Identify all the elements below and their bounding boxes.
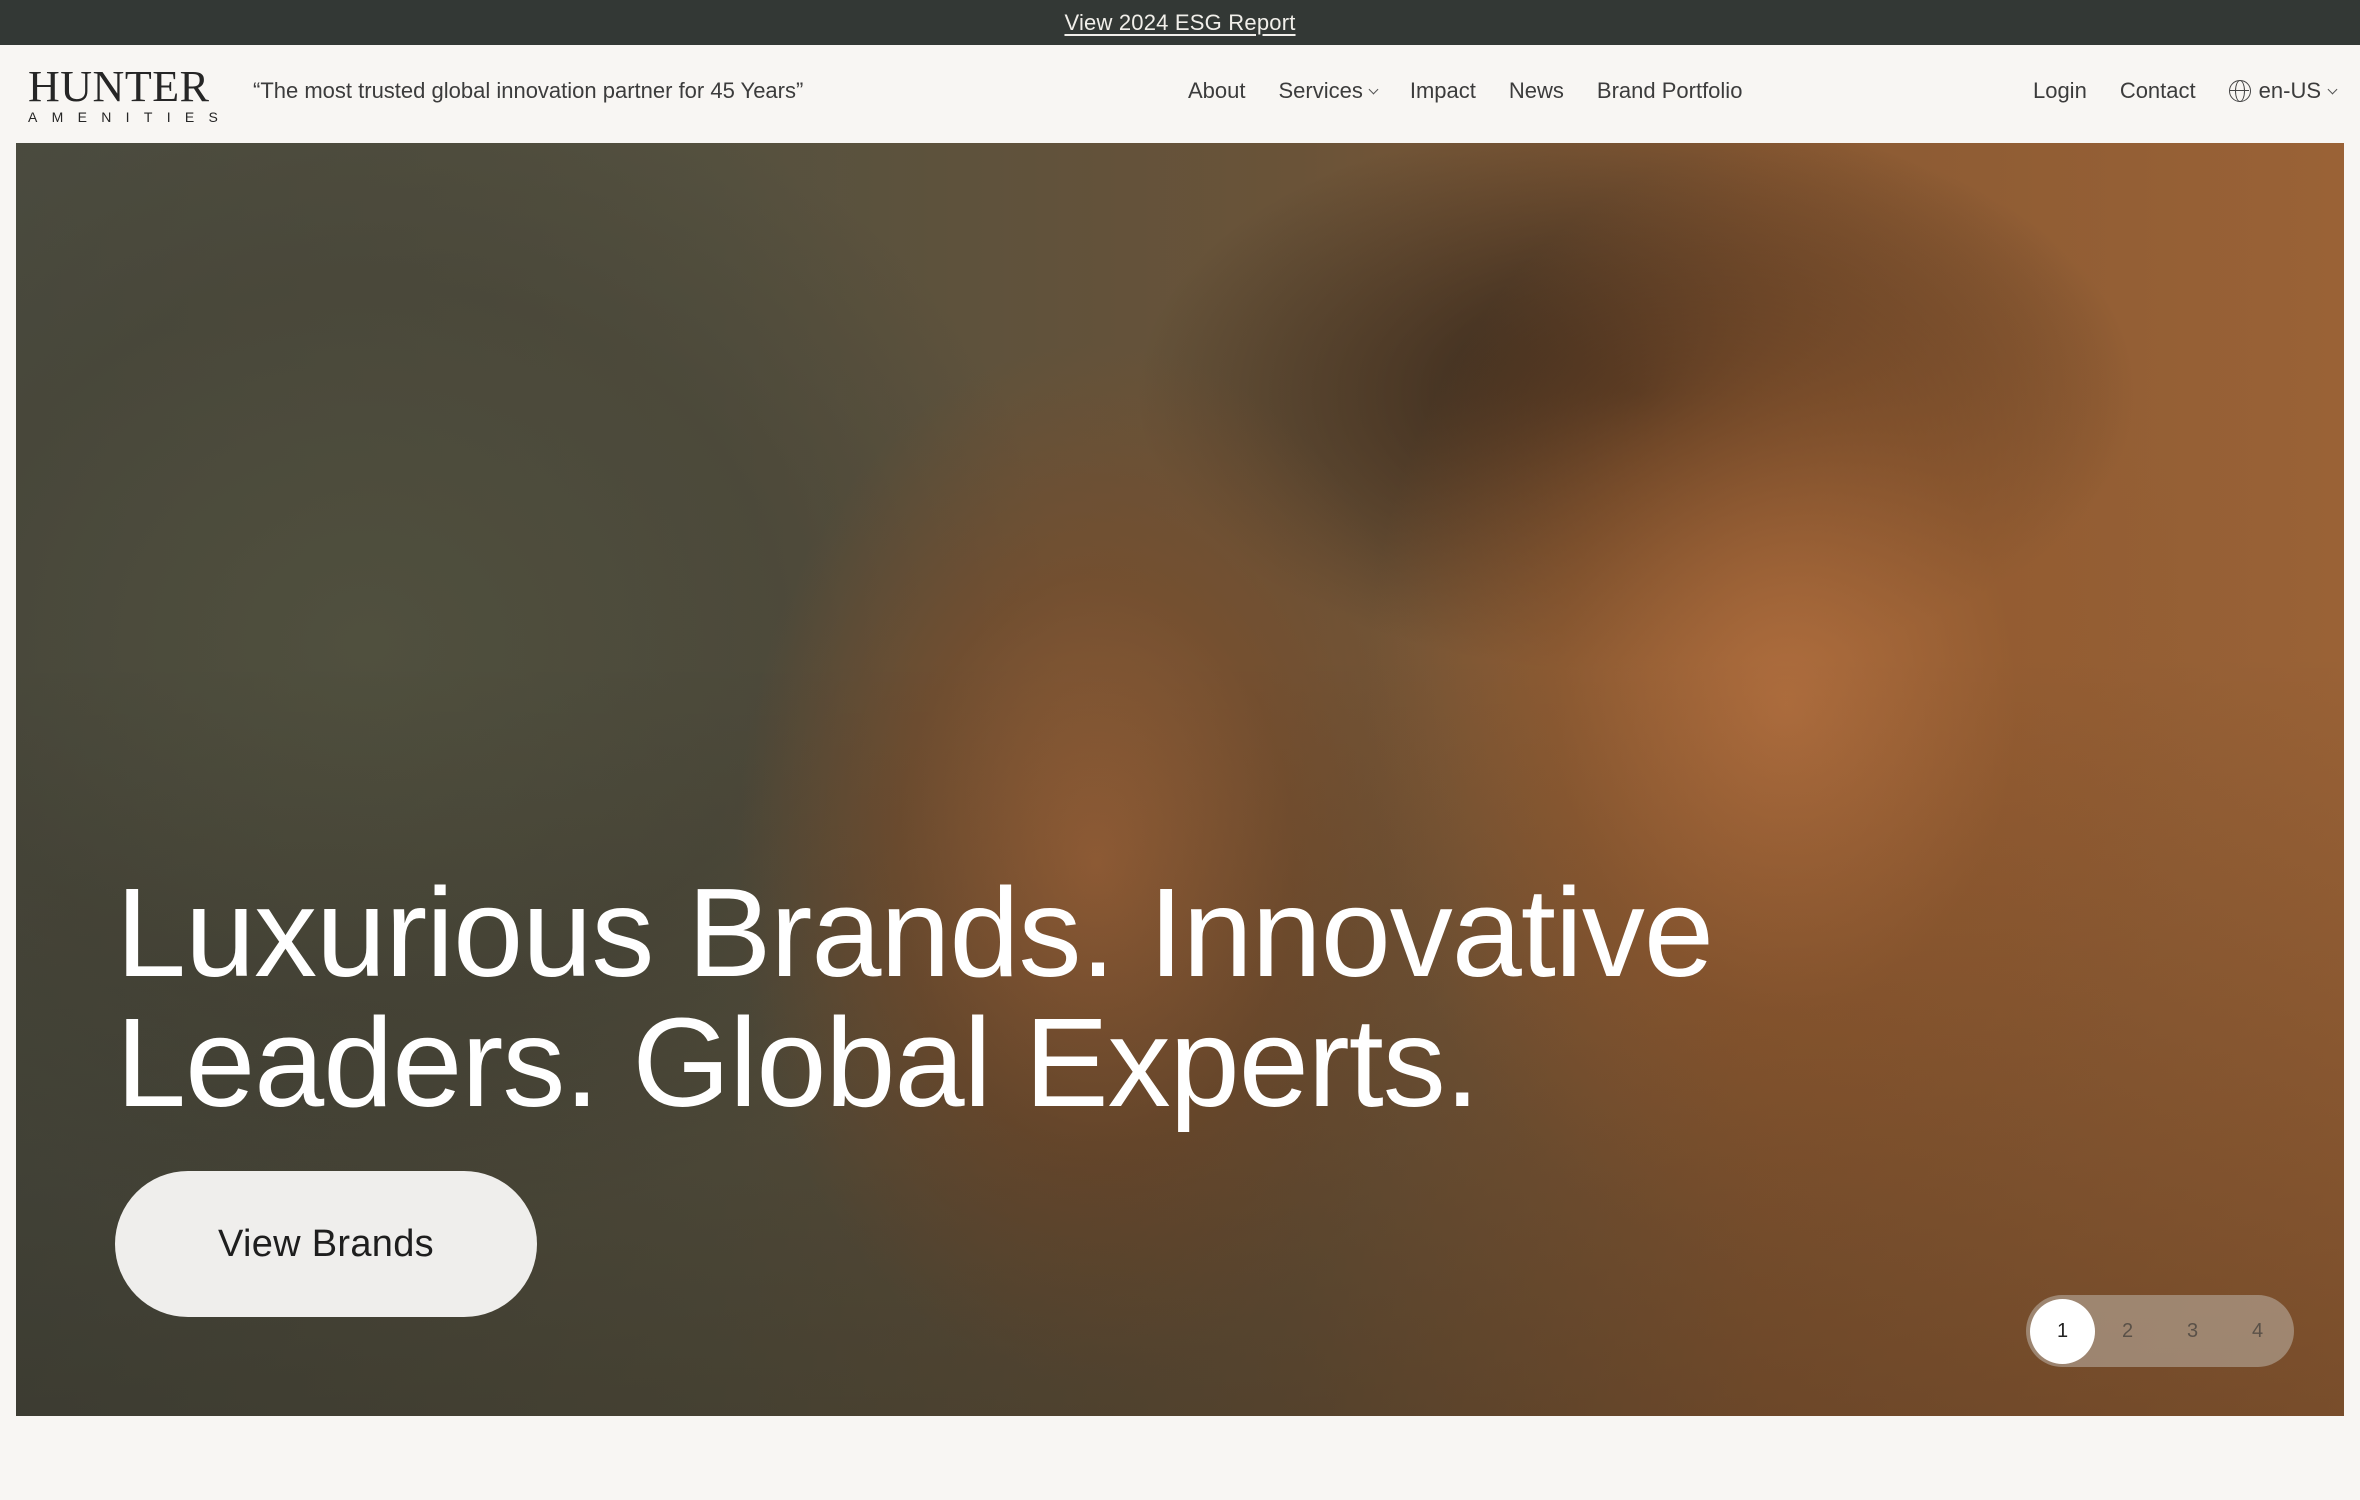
- site-header: HUNTER AMENITIES “The most trusted globa…: [0, 45, 2360, 143]
- view-brands-button[interactable]: View Brands: [115, 1171, 537, 1317]
- nav-services[interactable]: Services: [1278, 78, 1379, 104]
- hero-title-line-1: Luxurious Brands. Innovative: [116, 862, 1714, 1003]
- slide-3-button[interactable]: 3: [2160, 1299, 2225, 1364]
- language-selector[interactable]: en-US: [2228, 78, 2338, 104]
- announcement-bar: View 2024 ESG Report: [0, 0, 2360, 45]
- nav-services-label: Services: [1278, 78, 1363, 103]
- nav-brand-portfolio[interactable]: Brand Portfolio: [1597, 78, 1743, 104]
- utility-nav: Login Contact en-US: [2033, 78, 2338, 104]
- slide-2-button[interactable]: 2: [2095, 1299, 2160, 1364]
- nav-news[interactable]: News: [1509, 78, 1564, 104]
- logo-subtitle: AMENITIES: [28, 109, 233, 125]
- language-label: en-US: [2258, 78, 2321, 103]
- logo-wordmark: HUNTER: [28, 62, 210, 111]
- main-nav: About Services Impact News Brand Portfol…: [1188, 78, 1742, 104]
- chevron-down-icon: [1368, 84, 1379, 94]
- nav-news-label: News: [1508, 78, 1564, 103]
- globe-icon: [2228, 80, 2251, 102]
- nav-impact[interactable]: Impact: [1410, 78, 1476, 104]
- hero-banner: Luxurious Brands. Innovative Leaders. Gl…: [16, 143, 2344, 1416]
- contact-link[interactable]: Contact: [2120, 78, 2196, 104]
- login-link[interactable]: Login: [2033, 78, 2087, 104]
- esg-report-link[interactable]: View 2024 ESG Report: [1064, 10, 1295, 36]
- tagline: “The most trusted global innovation part…: [253, 78, 804, 103]
- hunter-amenities-logo[interactable]: HUNTER AMENITIES: [28, 62, 233, 126]
- nav-brand-portfolio-label: Brand Portfolio: [1596, 78, 1743, 103]
- hero-title: Luxurious Brands. Innovative Leaders. Gl…: [116, 868, 1714, 1128]
- nav-about-label: About: [1188, 78, 1246, 103]
- chevron-down-icon: [2327, 84, 2338, 94]
- slide-1-button[interactable]: 1: [2030, 1298, 2095, 1364]
- nav-impact-label: Impact: [1409, 78, 1476, 103]
- slide-4-button[interactable]: 4: [2225, 1299, 2290, 1364]
- slide-pager: 1 2 3 4: [2026, 1295, 2294, 1367]
- nav-about[interactable]: About: [1188, 78, 1246, 104]
- hero-title-line-2: Leaders. Global Experts.: [116, 992, 1480, 1133]
